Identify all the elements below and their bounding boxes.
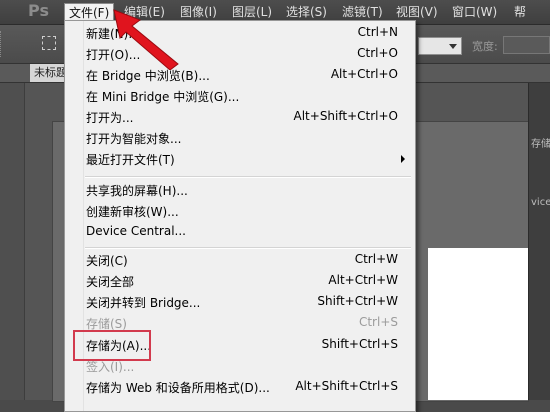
menu-item-open-as[interactable]: 打开为... Alt+Shift+Ctrl+O bbox=[67, 107, 413, 128]
menu-item-label: 关闭(C) bbox=[86, 254, 128, 268]
menu-image[interactable]: 图像(I) bbox=[176, 3, 221, 21]
menu-item-label: 打开为... bbox=[86, 111, 134, 125]
photoshop-logo: Ps bbox=[28, 1, 49, 20]
menu-item-shortcut: Alt+Ctrl+O bbox=[330, 67, 398, 81]
file-menu-dropdown: 新建(N)... Ctrl+N 打开(O)... Ctrl+O 在 Bridge… bbox=[64, 20, 416, 412]
width-label: 宽度: bbox=[472, 40, 498, 53]
menu-item-shortcut: Shift+Ctrl+W bbox=[317, 294, 398, 308]
menu-item-open-recent[interactable]: 最近打开文件(T) bbox=[67, 149, 413, 170]
menu-item-device-central[interactable]: Device Central... bbox=[67, 222, 413, 243]
width-input[interactable] bbox=[503, 36, 550, 54]
menu-separator bbox=[85, 247, 411, 249]
menu-item-label: 存储为 Web 和设备所用格式(D)... bbox=[86, 381, 270, 395]
menu-item-label: 关闭全部 bbox=[86, 275, 135, 289]
dock-label: 存储 bbox=[531, 139, 550, 150]
tools-panel bbox=[0, 83, 25, 400]
menu-layer[interactable]: 图层(L) bbox=[228, 3, 276, 21]
menu-item-open-as-smart-object[interactable]: 打开为智能对象... bbox=[67, 128, 413, 149]
menu-item-share-my-screen[interactable]: 共享我的屏幕(H)... bbox=[67, 180, 413, 201]
menu-item-create-new-review[interactable]: 创建新审核(W)... bbox=[67, 201, 413, 222]
document-tab[interactable]: 未标题 bbox=[30, 64, 66, 82]
menu-item-label: 在 Mini Bridge 中浏览(G)... bbox=[86, 90, 240, 104]
menu-item-shortcut: Shift+Ctrl+S bbox=[321, 337, 398, 351]
menu-item-save-for-web[interactable]: 存储为 Web 和设备所用格式(D)... Alt+Shift+Ctrl+S bbox=[67, 377, 413, 398]
menu-item-shortcut: Ctrl+O bbox=[357, 46, 398, 60]
menu-item-label: 关闭并转到 Bridge... bbox=[86, 296, 201, 310]
menu-item-label: 共享我的屏幕(H)... bbox=[86, 184, 188, 198]
dock-label: vice bbox=[531, 197, 550, 208]
menu-filter[interactable]: 滤镜(T) bbox=[338, 3, 387, 21]
menu-item-shortcut: Ctrl+S bbox=[358, 315, 398, 329]
red-pointer-arrow-icon bbox=[113, 9, 179, 70]
menu-view[interactable]: 视图(V) bbox=[392, 3, 442, 21]
menu-help[interactable]: 帮 bbox=[510, 3, 530, 21]
menu-item-label: Device Central... bbox=[86, 224, 186, 238]
submenu-arrow-icon bbox=[401, 155, 405, 163]
menu-window[interactable]: 窗口(W) bbox=[448, 3, 501, 21]
menu-item-shortcut: Ctrl+N bbox=[357, 25, 398, 39]
menu-separator bbox=[85, 176, 411, 178]
marquee-tool-icon[interactable] bbox=[42, 36, 56, 50]
style-dropdown[interactable] bbox=[418, 37, 462, 55]
menu-file[interactable]: 文件(F) bbox=[64, 3, 115, 21]
menu-item-close-all[interactable]: 关闭全部 Alt+Ctrl+W bbox=[67, 271, 413, 292]
menu-item-label: 打开为智能对象... bbox=[86, 132, 182, 146]
menu-item-shortcut: Alt+Shift+Ctrl+S bbox=[295, 379, 398, 393]
save-as-highlight-box bbox=[73, 330, 151, 361]
menu-item-browse-in-mini-bridge[interactable]: 在 Mini Bridge 中浏览(G)... bbox=[67, 86, 413, 107]
menu-item-shortcut: Ctrl+W bbox=[354, 252, 398, 266]
menu-select[interactable]: 选择(S) bbox=[282, 3, 331, 21]
grip-handle[interactable] bbox=[0, 31, 5, 57]
menu-item-label: 最近打开文件(T) bbox=[86, 153, 175, 167]
chevron-down-icon bbox=[449, 44, 457, 49]
menu-item-close-and-go-to-bridge[interactable]: 关闭并转到 Bridge... Shift+Ctrl+W bbox=[67, 292, 413, 313]
menu-item-shortcut: Alt+Shift+Ctrl+O bbox=[293, 109, 398, 123]
menu-item-label: 创建新审核(W)... bbox=[86, 205, 179, 219]
menu-item-shortcut: Alt+Ctrl+W bbox=[328, 273, 398, 287]
right-panel-dock: 存储 vice bbox=[528, 83, 550, 400]
document-canvas[interactable] bbox=[428, 248, 528, 400]
menu-item-close[interactable]: 关闭(C) Ctrl+W bbox=[67, 250, 413, 271]
